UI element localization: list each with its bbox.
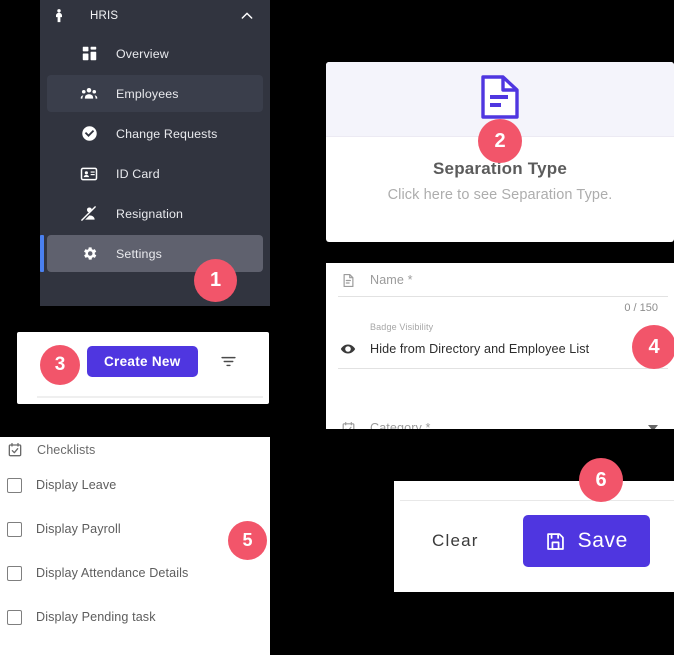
checklists-title: Checklists xyxy=(37,443,96,457)
calendar-check-icon xyxy=(340,420,356,429)
person-icon xyxy=(50,7,68,25)
document-icon xyxy=(340,272,356,288)
check-circle-icon xyxy=(80,125,98,143)
step-badge-number: 2 xyxy=(494,129,506,152)
checklist-item-label: Display Leave xyxy=(36,478,117,492)
save-button[interactable]: Save xyxy=(522,515,650,567)
step-badge-3: 3 xyxy=(40,345,80,385)
floppy-disk-icon xyxy=(545,531,566,552)
sidebar-item-overview[interactable]: Overview xyxy=(47,35,263,72)
step-badge-1: 1 xyxy=(194,259,237,302)
checkbox-icon[interactable] xyxy=(7,609,22,625)
checkbox-icon[interactable] xyxy=(7,521,22,537)
sidebar-item-label: Change Requests xyxy=(116,126,218,141)
name-input[interactable]: Name * xyxy=(370,273,413,287)
badge-visibility-value-row[interactable]: Hide from Directory and Employee List xyxy=(326,335,674,369)
step-badge-number: 1 xyxy=(209,269,222,291)
category-field-row[interactable]: Category * xyxy=(326,415,674,429)
checklists-header: Checklists xyxy=(0,437,270,463)
checklist-item-label: Display Attendance Details xyxy=(36,566,189,580)
step-badge-2: 2 xyxy=(478,119,522,163)
sidebar-item-label: Settings xyxy=(116,246,162,261)
step-badge-number: 6 xyxy=(595,468,607,491)
separation-card-subtitle: Click here to see Separation Type. xyxy=(387,187,613,203)
sidebar-item-label: ID Card xyxy=(116,166,160,181)
gear-icon xyxy=(80,245,98,263)
checkbox-icon[interactable] xyxy=(7,565,22,581)
save-button-label: Save xyxy=(577,529,628,552)
category-select[interactable]: Category * xyxy=(370,421,431,429)
step-badge-5: 5 xyxy=(228,521,267,560)
sidebar-title: HRIS xyxy=(90,10,119,22)
form-spacer xyxy=(326,363,674,415)
step-badge-number: 3 xyxy=(54,354,66,375)
name-field-row[interactable]: Name * xyxy=(326,263,674,297)
dashboard-grid-icon xyxy=(80,45,98,63)
sidebar-item-resignation[interactable]: Resignation xyxy=(47,195,263,232)
checklist-item-display-leave[interactable]: Display Leave xyxy=(0,463,270,507)
step-badge-number: 4 xyxy=(648,335,660,358)
badge-visibility-label: Badge Visibility xyxy=(370,322,434,332)
chevron-up-icon[interactable] xyxy=(238,7,256,25)
action-bar-row: Clear Save xyxy=(394,515,674,567)
step-badge-6: 6 xyxy=(579,458,623,502)
hris-sidebar-panel: HRIS Overview Employees Change Requests … xyxy=(40,0,270,306)
checklist-item-display-pending-task[interactable]: Display Pending task xyxy=(0,595,270,639)
step-badge-4: 4 xyxy=(632,325,674,369)
sidebar-item-change-requests[interactable]: Change Requests xyxy=(47,115,263,152)
sidebar-item-label: Resignation xyxy=(116,206,184,221)
calendar-check-icon xyxy=(7,442,23,458)
badge-visibility-value: Hide from Directory and Employee List xyxy=(370,342,590,356)
sidebar-item-label: Overview xyxy=(116,46,169,61)
action-bar-divider xyxy=(400,500,674,501)
toolbar-divider xyxy=(37,396,263,398)
badge-visibility-label-row: Badge Visibility xyxy=(326,319,674,335)
active-indicator-bar xyxy=(40,235,44,272)
id-card-icon xyxy=(80,165,98,183)
sidebar-item-employees[interactable]: Employees xyxy=(47,75,263,112)
people-group-icon xyxy=(80,85,98,103)
sidebar-item-label: Employees xyxy=(116,86,179,101)
person-off-icon xyxy=(80,205,98,223)
sidebar-header[interactable]: HRIS xyxy=(40,0,270,32)
checklist-item-label: Display Pending task xyxy=(36,610,156,624)
filter-icon[interactable] xyxy=(220,352,238,370)
checklist-item-display-attendance-details[interactable]: Display Attendance Details xyxy=(0,551,270,595)
entity-form-panel: Name * 0 / 150 Badge Visibility Hide fro… xyxy=(326,263,674,429)
step-badge-number: 5 xyxy=(242,530,253,550)
caret-down-icon[interactable] xyxy=(648,425,658,429)
name-counter-row: 0 / 150 xyxy=(326,297,674,319)
document-lines-icon xyxy=(479,74,521,125)
clear-button[interactable]: Clear xyxy=(426,530,485,552)
sidebar-item-id-card[interactable]: ID Card xyxy=(47,155,263,192)
create-new-button[interactable]: Create New xyxy=(87,345,198,377)
eye-icon xyxy=(340,341,356,357)
character-counter: 0 / 150 xyxy=(624,302,658,314)
form-action-bar-panel: Clear Save xyxy=(394,481,674,592)
checklist-item-label: Display Payroll xyxy=(36,522,121,536)
checkbox-icon[interactable] xyxy=(7,477,22,493)
